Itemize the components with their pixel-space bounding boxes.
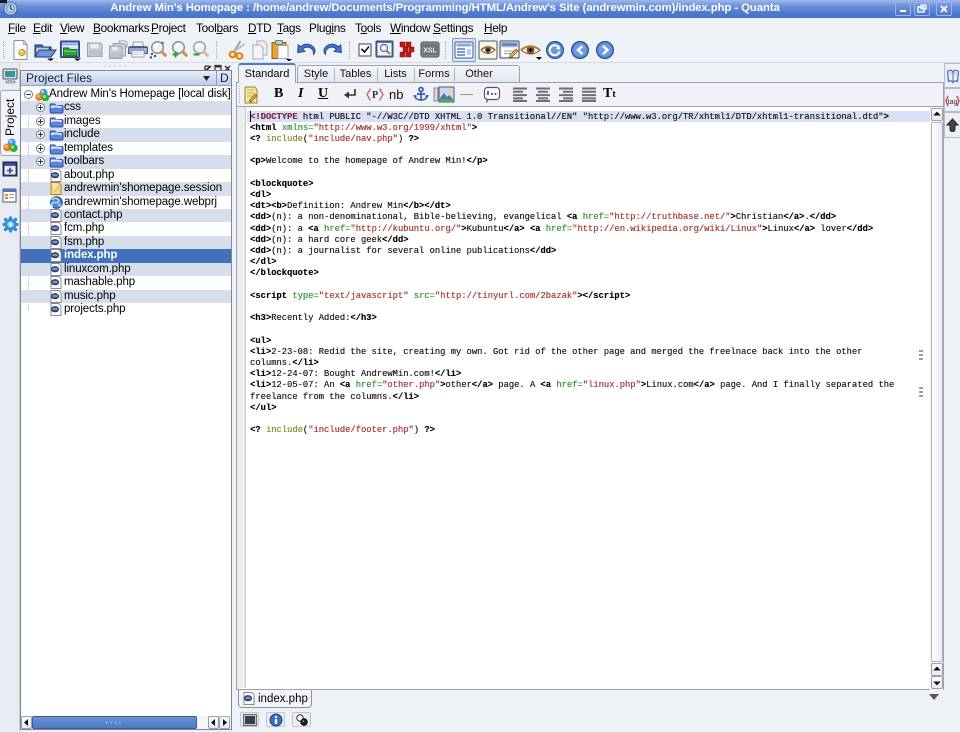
- svg-text:XSL: XSL: [423, 48, 437, 55]
- svg-text:tag: tag: [948, 99, 958, 106]
- svg-text:P: P: [372, 90, 378, 101]
